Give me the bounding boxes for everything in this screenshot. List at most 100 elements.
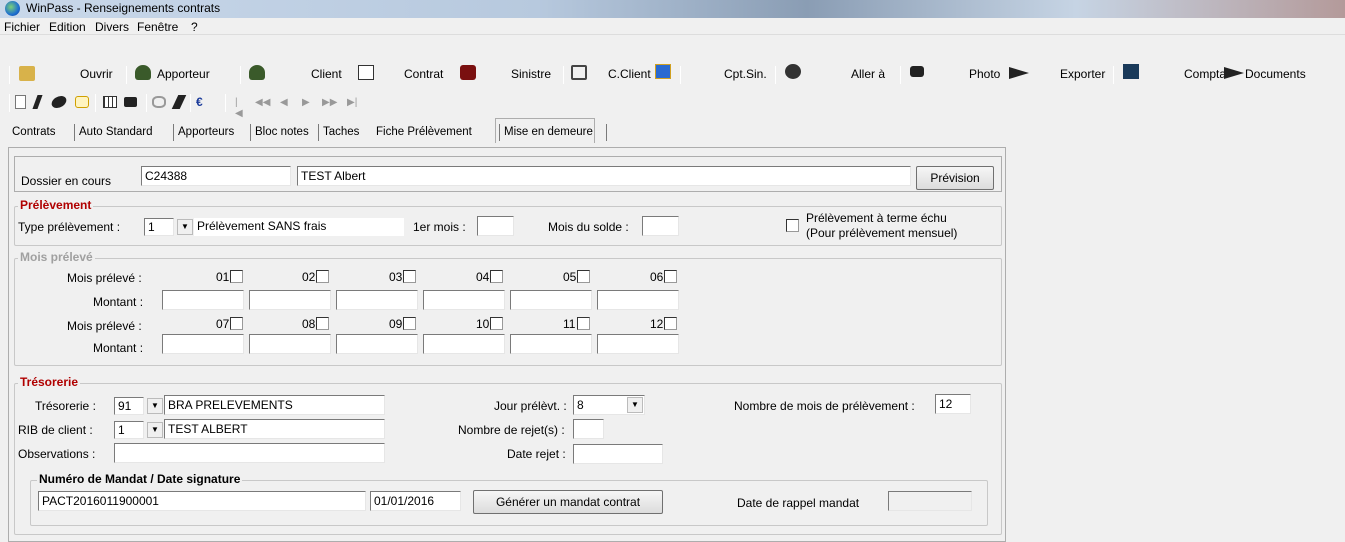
nb-rejets-field[interactable] bbox=[573, 419, 604, 439]
montant-01-field[interactable] bbox=[162, 290, 244, 310]
cclient-icon[interactable] bbox=[655, 64, 671, 79]
chevron-down-icon[interactable]: ▼ bbox=[627, 397, 643, 413]
new-document-icon[interactable] bbox=[15, 95, 26, 109]
last-record-icon[interactable]: ▶| bbox=[347, 97, 359, 108]
prevision-button[interactable]: Prévision bbox=[916, 166, 994, 190]
binoculars-icon[interactable] bbox=[152, 96, 166, 108]
montant-06-field[interactable] bbox=[597, 290, 679, 310]
toolbar-cclient[interactable]: C.Client bbox=[608, 67, 651, 81]
month-10-checkbox[interactable] bbox=[490, 317, 503, 330]
month-10-label: 10 bbox=[476, 317, 490, 331]
tresorerie-code[interactable]: 91 bbox=[114, 397, 144, 415]
generer-mandat-button[interactable]: Générer un mandat contrat bbox=[473, 490, 663, 514]
photo-arrow-icon[interactable] bbox=[1009, 67, 1029, 79]
documents-arrow-icon[interactable] bbox=[1224, 67, 1244, 79]
terme-echu-checkbox[interactable] bbox=[786, 219, 799, 232]
tab-apporteurs[interactable]: Apporteurs bbox=[178, 126, 234, 138]
toolbar-documents[interactable]: Documents bbox=[1245, 67, 1306, 81]
apporteur-person-icon[interactable] bbox=[135, 65, 151, 80]
montant-03-field[interactable] bbox=[336, 290, 418, 310]
montant-09-field[interactable] bbox=[336, 334, 418, 354]
type-prelevement-value[interactable]: Prélèvement SANS frais bbox=[194, 218, 404, 236]
toolbar-photo[interactable]: Photo bbox=[969, 67, 1000, 81]
month-03-checkbox[interactable] bbox=[403, 270, 416, 283]
month-06-checkbox[interactable] bbox=[664, 270, 677, 283]
tab-auto-standard[interactable]: Auto Standard bbox=[79, 126, 153, 138]
toolbar-sinistre[interactable]: Sinistre bbox=[511, 67, 551, 81]
month-12-checkbox[interactable] bbox=[664, 317, 677, 330]
montant-10-field[interactable] bbox=[423, 334, 505, 354]
next-icon[interactable]: ▶ bbox=[302, 97, 312, 108]
contrat-document-icon[interactable] bbox=[358, 65, 374, 80]
eye-icon[interactable] bbox=[785, 64, 801, 79]
chevron-down-icon[interactable]: ▼ bbox=[147, 398, 163, 414]
client-person-icon[interactable] bbox=[249, 65, 265, 80]
camera-icon[interactable] bbox=[910, 66, 924, 77]
montant-11-field[interactable] bbox=[510, 334, 592, 354]
pencil-icon[interactable] bbox=[32, 95, 43, 109]
nb-mois-field[interactable]: 12 bbox=[935, 394, 971, 414]
mandat-date-field[interactable]: 01/01/2016 bbox=[370, 491, 461, 511]
month-04-checkbox[interactable] bbox=[490, 270, 503, 283]
toolbar-apporteur[interactable]: Apporteur bbox=[157, 67, 210, 81]
menu-fichier[interactable]: Fichier bbox=[4, 20, 40, 34]
euro-icon[interactable]: € bbox=[196, 96, 216, 109]
compta-book-icon[interactable] bbox=[1123, 64, 1139, 79]
month-07-checkbox[interactable] bbox=[230, 317, 243, 330]
montant-04-field[interactable] bbox=[423, 290, 505, 310]
edit-icon[interactable] bbox=[49, 96, 69, 108]
car-crash-icon[interactable] bbox=[460, 65, 476, 80]
previous-icon[interactable]: ◀ bbox=[280, 97, 290, 108]
calculator-icon[interactable] bbox=[103, 96, 117, 108]
month-02-checkbox[interactable] bbox=[316, 270, 329, 283]
tab-contrats[interactable]: Contrats bbox=[12, 126, 55, 138]
observations-field[interactable] bbox=[114, 443, 385, 463]
first-record-icon[interactable]: |◀ bbox=[235, 97, 245, 119]
search-window-icon[interactable] bbox=[571, 65, 587, 80]
month-01-checkbox[interactable] bbox=[230, 270, 243, 283]
toolbar-exporter[interactable]: Exporter bbox=[1060, 67, 1105, 81]
montant-05-field[interactable] bbox=[510, 290, 592, 310]
premier-mois-field[interactable] bbox=[477, 216, 514, 236]
rib-value[interactable]: TEST ALBERT bbox=[164, 419, 385, 439]
date-rejet-field[interactable] bbox=[573, 444, 663, 464]
month-08-checkbox[interactable] bbox=[316, 317, 329, 330]
rib-label: RIB de client : bbox=[18, 423, 93, 437]
rib-code[interactable]: 1 bbox=[114, 421, 144, 439]
menu-divers[interactable]: Divers bbox=[95, 20, 129, 34]
toolbar-contrat[interactable]: Contrat bbox=[404, 67, 443, 81]
dossier-name-field[interactable]: TEST Albert bbox=[297, 166, 911, 186]
toolbar-client[interactable]: Client bbox=[311, 67, 342, 81]
camera-small-icon[interactable] bbox=[124, 97, 137, 107]
montant-12-field[interactable] bbox=[597, 334, 679, 354]
tresorerie-value[interactable]: BRA PRELEVEMENTS bbox=[164, 395, 385, 415]
month-09-checkbox[interactable] bbox=[403, 317, 416, 330]
chevron-down-icon[interactable]: ▼ bbox=[177, 219, 193, 235]
menu-help[interactable]: ? bbox=[191, 20, 198, 34]
toolbar-ouvrir[interactable]: Ouvrir bbox=[80, 67, 113, 81]
montant-02-field[interactable] bbox=[249, 290, 331, 310]
mandat-numero-field[interactable]: PACT2016011900001 bbox=[38, 491, 366, 511]
open-folder-icon[interactable] bbox=[19, 66, 35, 81]
dossier-code-field[interactable]: C24388 bbox=[141, 166, 291, 186]
montant-08-field[interactable] bbox=[249, 334, 331, 354]
toolbar-cptsin[interactable]: Cpt.Sin. bbox=[724, 67, 767, 81]
tab-bloc-notes[interactable]: Bloc notes bbox=[255, 126, 309, 138]
tab-taches[interactable]: Taches bbox=[323, 126, 359, 138]
menu-fenetre[interactable]: Fenêtre bbox=[137, 20, 178, 34]
toolbar-allera[interactable]: Aller à bbox=[851, 67, 885, 81]
rewind-icon[interactable]: ◀◀ bbox=[255, 97, 270, 108]
tab-fiche-prelevement[interactable]: Fiche Prélèvement bbox=[376, 126, 472, 138]
eraser-icon[interactable] bbox=[75, 96, 89, 108]
fast-forward-icon[interactable]: ▶▶ bbox=[322, 97, 337, 108]
month-11-checkbox[interactable] bbox=[577, 317, 590, 330]
chevron-down-icon[interactable]: ▼ bbox=[147, 422, 163, 438]
montant-07-field[interactable] bbox=[162, 334, 244, 354]
type-prelevement-code[interactable]: 1 bbox=[144, 218, 174, 236]
mois-solde-field[interactable] bbox=[642, 216, 679, 236]
month-05-checkbox[interactable] bbox=[577, 270, 590, 283]
toolbar-compta[interactable]: Compta bbox=[1184, 67, 1226, 81]
menu-edition[interactable]: Edition bbox=[49, 20, 86, 34]
lightning-icon[interactable] bbox=[171, 95, 187, 109]
tab-mise-en-demeure[interactable]: Mise en demeure bbox=[504, 126, 593, 138]
